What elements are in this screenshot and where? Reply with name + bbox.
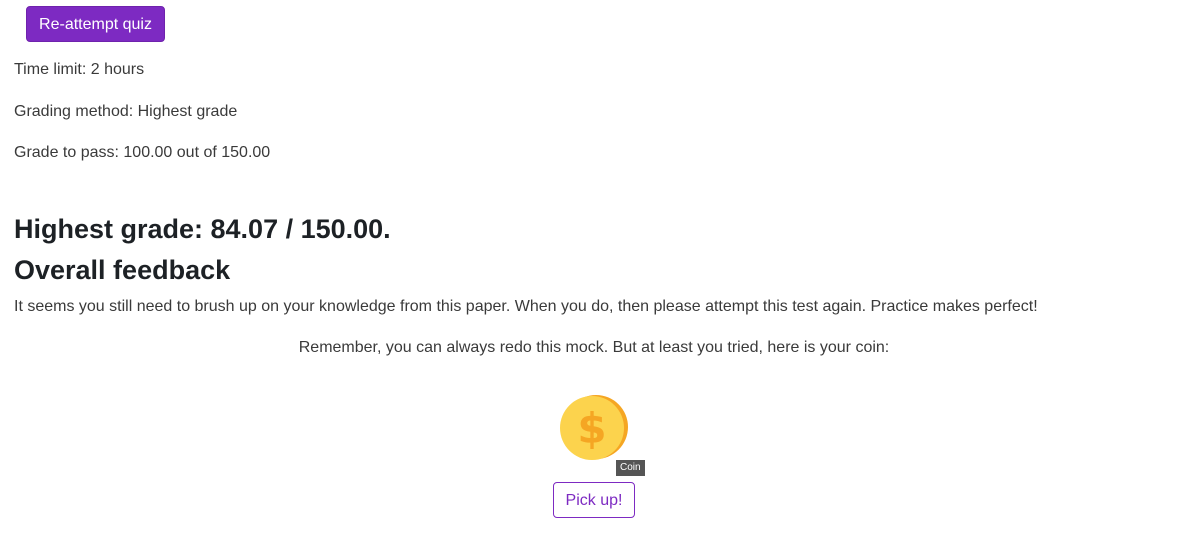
- coin-icon[interactable]: $: [558, 393, 630, 463]
- grading-method-text: Grading method: Highest grade: [14, 103, 238, 120]
- pick-up-button[interactable]: Pick up!: [553, 482, 635, 518]
- overall-feedback-heading: Overall feedback: [14, 255, 231, 285]
- quiz-summary-page: Re-attempt quiz Time limit: 2 hours Grad…: [0, 0, 1201, 535]
- time-limit-text: Time limit: 2 hours: [14, 61, 145, 78]
- svg-text:$: $: [577, 404, 606, 453]
- highest-grade-heading: Highest grade: 84.07 / 150.00.: [14, 214, 391, 244]
- reminder-text: Remember, you can always redo this mock.…: [298, 339, 890, 356]
- coin-tooltip: Coin: [616, 460, 645, 476]
- feedback-text: It seems you still need to brush up on y…: [14, 298, 1038, 315]
- reattempt-quiz-button[interactable]: Re-attempt quiz: [26, 6, 165, 42]
- grade-to-pass-text: Grade to pass: 100.00 out of 150.00: [14, 144, 271, 161]
